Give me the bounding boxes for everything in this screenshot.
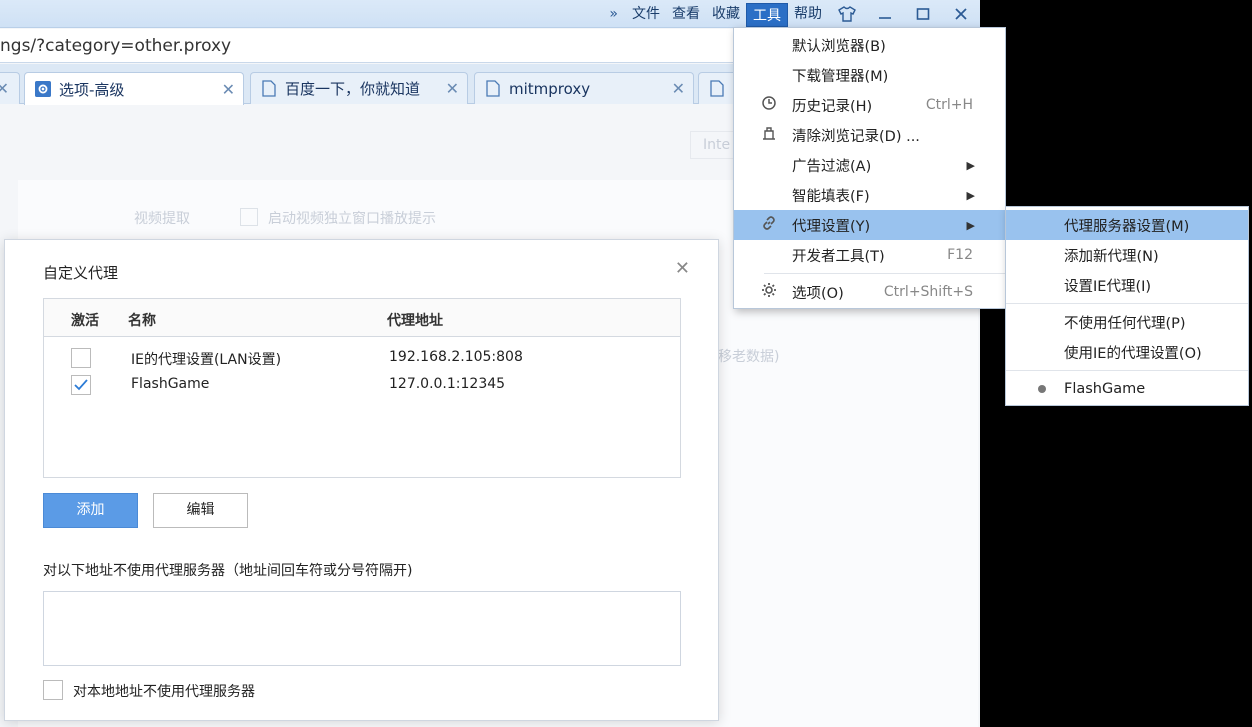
- menu-separator: [1006, 370, 1248, 371]
- check-icon: [74, 379, 88, 391]
- page-icon: [485, 80, 501, 98]
- table-row[interactable]: IE的代理设置(LAN设置) 192.168.2.105:808: [44, 346, 680, 372]
- video-option-label: 启动视频独立窗口播放提示: [268, 211, 436, 227]
- proxy-submenu: 代理服务器设置(M) 添加新代理(N) 设置IE代理(I) 不使用任何代理(P)…: [1005, 206, 1249, 406]
- menu-item-clear-history[interactable]: 清除浏览记录(D) ...: [734, 120, 1005, 150]
- row-checkbox[interactable]: [71, 375, 91, 395]
- video-label: 视频提取: [134, 211, 190, 227]
- menu-tools[interactable]: 工具: [746, 3, 788, 27]
- menu-bar: » 文件 查看 收藏 工具 帮助: [601, 0, 980, 28]
- dialog-title: 自定义代理: [43, 264, 119, 282]
- submenu-item-use-ie-proxy[interactable]: 使用IE的代理设置(O): [1006, 337, 1248, 367]
- tab-label: 选项-高级: [59, 80, 125, 99]
- page-icon: [261, 80, 277, 98]
- close-icon[interactable]: ✕: [446, 79, 459, 98]
- proxy-table: 激活 名称 代理地址 IE的代理设置(LAN设置) 192.168.2.105:…: [43, 298, 681, 478]
- menu-item-proxy-settings[interactable]: 代理设置(Y) ▶: [734, 210, 1005, 240]
- submenu-item-no-proxy[interactable]: 不使用任何代理(P): [1006, 307, 1248, 337]
- menu-item-options[interactable]: 选项(O) Ctrl+Shift+S: [734, 277, 1005, 307]
- close-icon[interactable]: ✕: [672, 79, 685, 98]
- local-bypass-label: 对本地地址不使用代理服务器: [73, 684, 255, 700]
- submenu-arrow-icon: ▶: [966, 218, 975, 232]
- menu-separator: [764, 273, 1005, 274]
- proxy-address: 127.0.0.1:12345: [389, 376, 506, 392]
- address-input[interactable]: ngs/?category=other.proxy: [0, 33, 231, 59]
- eraser-icon: [760, 126, 778, 144]
- video-checkbox[interactable]: [240, 208, 258, 226]
- proxy-name: IE的代理设置(LAN设置): [131, 352, 282, 368]
- menu-view[interactable]: 查看: [666, 0, 706, 28]
- local-bypass-checkbox[interactable]: [43, 680, 63, 700]
- column-address: 代理地址: [387, 313, 443, 329]
- close-window-icon[interactable]: [942, 0, 980, 28]
- submenu-item-flashgame[interactable]: FlashGame: [1006, 374, 1248, 404]
- tab-options-advanced[interactable]: 选项-高级 ✕: [24, 72, 244, 105]
- menu-item-default-browser[interactable]: 默认浏览器(B): [734, 30, 1005, 60]
- faded-text: 移老数据): [718, 349, 780, 365]
- maximize-icon[interactable]: [904, 0, 942, 28]
- submenu-item-proxy-server-settings[interactable]: 代理服务器设置(M): [1006, 210, 1248, 240]
- menu-file[interactable]: 文件: [626, 0, 666, 28]
- bypass-label: 对以下地址不使用代理服务器（地址间回车符或分号符隔开): [43, 563, 413, 579]
- add-button[interactable]: 添加: [43, 493, 138, 528]
- tools-menu: 默认浏览器(B) 下载管理器(M) 历史记录(H) Ctrl+H 清除浏览记录(…: [733, 27, 1006, 309]
- menu-favorites[interactable]: 收藏: [706, 0, 746, 28]
- proxy-name: FlashGame: [131, 376, 210, 392]
- row-checkbox[interactable]: [71, 348, 91, 368]
- clock-icon: [760, 96, 778, 114]
- column-active: 激活: [71, 313, 99, 329]
- close-icon[interactable]: ✕: [0, 79, 9, 98]
- submenu-item-add-proxy[interactable]: 添加新代理(N): [1006, 240, 1248, 270]
- bypass-textarea[interactable]: [43, 591, 681, 666]
- more-chevron-icon[interactable]: »: [601, 6, 626, 22]
- menu-separator: [1006, 303, 1248, 304]
- close-icon[interactable]: ✕: [675, 258, 690, 279]
- column-name: 名称: [128, 313, 156, 329]
- tab-baidu[interactable]: 百度一下，你就知道 ✕: [250, 72, 468, 104]
- table-header: 激活 名称 代理地址: [44, 299, 680, 337]
- submenu-item-set-ie-proxy[interactable]: 设置IE代理(I): [1006, 270, 1248, 300]
- custom-proxy-dialog: 自定义代理 ✕ 激活 名称 代理地址 IE的代理设置(LAN设置) 192.16…: [4, 239, 719, 721]
- page-icon: [709, 80, 725, 98]
- submenu-arrow-icon: ▶: [966, 188, 975, 202]
- submenu-arrow-icon: ▶: [966, 158, 975, 172]
- close-icon[interactable]: ✕: [222, 80, 235, 99]
- tab-partial-left[interactable]: ✕: [0, 72, 20, 104]
- menu-help[interactable]: 帮助: [788, 0, 828, 28]
- menu-item-download-manager[interactable]: 下载管理器(M): [734, 60, 1005, 90]
- selected-dot-icon: [1038, 385, 1046, 393]
- menu-item-history[interactable]: 历史记录(H) Ctrl+H: [734, 90, 1005, 120]
- link-icon: [760, 215, 778, 235]
- menu-item-developer-tools[interactable]: 开发者工具(T) F12: [734, 240, 1005, 270]
- tab-label: 百度一下，你就知道: [285, 80, 421, 98]
- menu-item-autofill[interactable]: 智能填表(F) ▶: [734, 180, 1005, 210]
- title-bar: » 文件 查看 收藏 工具 帮助: [0, 0, 980, 28]
- proxy-address: 192.168.2.105:808: [389, 349, 523, 365]
- menu-item-ad-filter[interactable]: 广告过滤(A) ▶: [734, 150, 1005, 180]
- edit-button[interactable]: 编辑: [153, 493, 248, 528]
- minimize-icon[interactable]: [866, 0, 904, 28]
- tab-mitmproxy[interactable]: mitmproxy ✕: [474, 72, 694, 104]
- tab-label: mitmproxy: [509, 79, 591, 98]
- table-row[interactable]: FlashGame 127.0.0.1:12345: [44, 373, 680, 399]
- gear-icon: [760, 282, 778, 302]
- skin-shirt-icon[interactable]: [828, 0, 866, 28]
- gear-icon: [35, 80, 51, 98]
